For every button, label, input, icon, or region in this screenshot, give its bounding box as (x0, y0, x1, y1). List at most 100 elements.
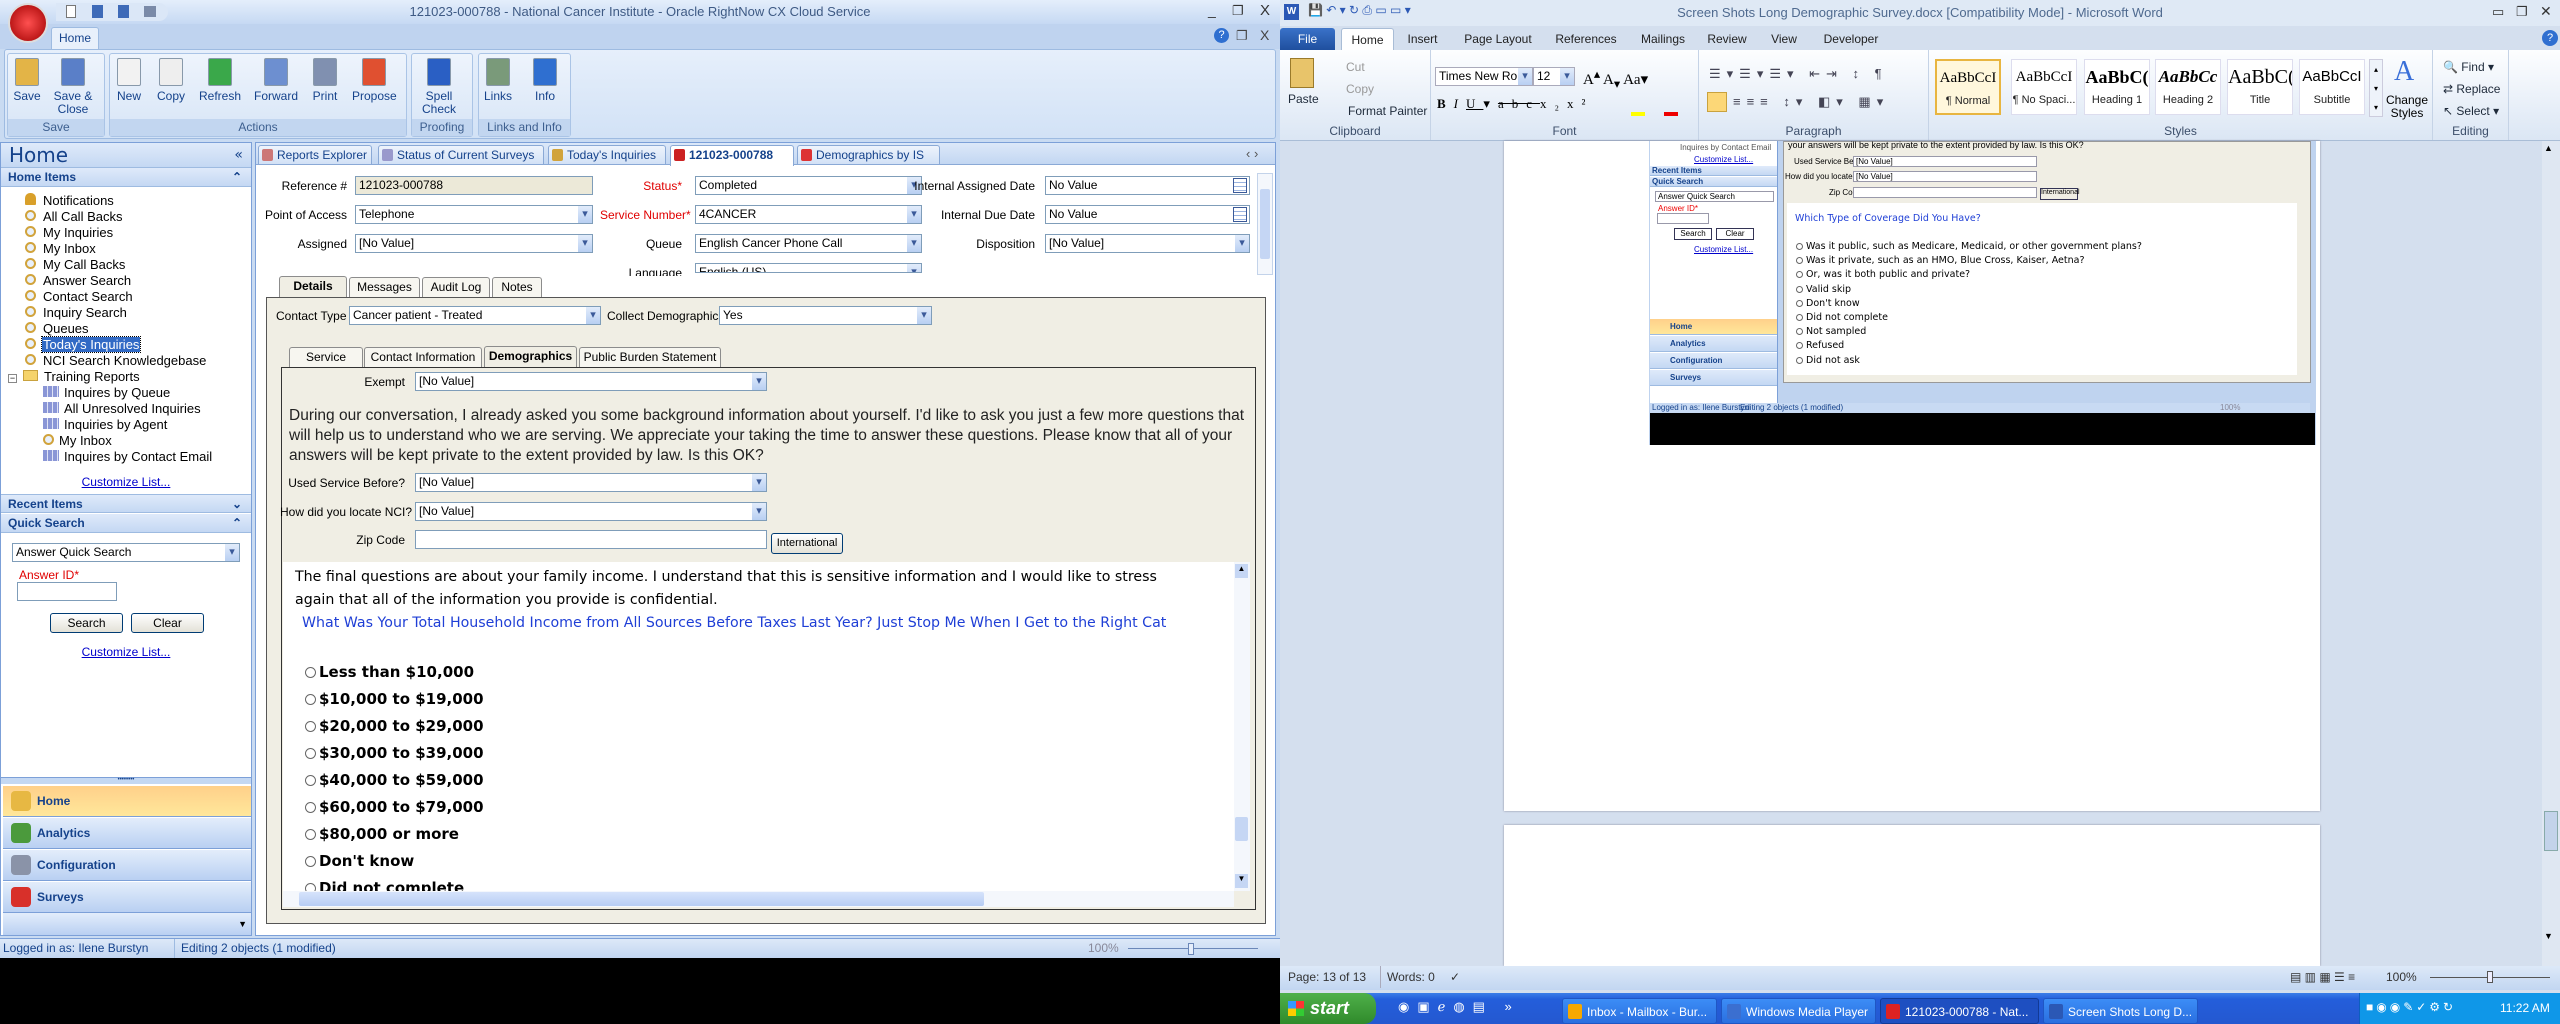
ribbon-button-forward[interactable]: Forward (254, 58, 298, 103)
queue-select[interactable]: English Cancer Phone Call (695, 234, 922, 253)
word-tab-references[interactable]: References (1546, 28, 1626, 50)
disposition-select[interactable]: [No Value] (1045, 234, 1250, 253)
copy-button[interactable]: Copy (1346, 82, 1374, 96)
word-tab-mailings[interactable]: Mailings (1632, 28, 1694, 50)
scroll-up-icon[interactable]: ▲ (1235, 564, 1248, 578)
nav-splitter[interactable]: •••••••• (1, 777, 251, 784)
styles-scroll[interactable]: ▴ ▾ ▾ (2369, 59, 2383, 117)
style-heading-1[interactable]: AaBbC(Heading 1 (2084, 59, 2150, 115)
sidebar-item[interactable]: Today's Inquiries (25, 336, 245, 353)
tab-reports-explorer[interactable]: Reports Explorer (258, 145, 372, 164)
paste-icon[interactable] (1290, 58, 1314, 88)
paste-button[interactable]: Paste (1288, 92, 1319, 106)
style-title[interactable]: AaBbC(Title (2227, 59, 2293, 115)
sidebar-item[interactable]: NCI Search Knowledgebase (25, 353, 245, 369)
word-vertical-scrollbar[interactable]: ▲ ▼ (2542, 141, 2560, 966)
answer-id-input[interactable] (17, 582, 117, 601)
poa-select[interactable]: Telephone (355, 205, 593, 224)
ribbon-button-propose[interactable]: Propose (352, 58, 397, 103)
collapse-sidebar-icon[interactable]: « (234, 143, 243, 167)
nav-button-home[interactable]: Home (3, 786, 251, 817)
tab-notes[interactable]: Notes (492, 277, 542, 297)
change-styles-icon[interactable]: A (2394, 56, 2414, 88)
scrollbar-thumb[interactable] (1260, 189, 1270, 259)
change-styles-button[interactable]: Change Styles (2385, 94, 2429, 120)
ribbon-button-spell-check[interactable]: Spell Check (417, 58, 461, 116)
format-buttons[interactable]: BIU▾abcx₂x² (1437, 96, 1593, 112)
page-count[interactable]: Page: 13 of 13 (1288, 966, 1366, 988)
radio-button[interactable] (305, 748, 316, 759)
collapse-icon[interactable]: ⌃ (232, 514, 242, 532)
income-option[interactable]: Less than $10,000 (305, 663, 474, 681)
word-tab-file[interactable]: File (1280, 28, 1335, 50)
word-tab-home[interactable]: Home (1341, 28, 1394, 50)
service-select[interactable]: 4CANCER (695, 205, 922, 224)
scroll-down-icon[interactable]: ▼ (2544, 931, 2553, 941)
ribbon-close-button[interactable]: X (1260, 27, 1269, 43)
ribbon-restore-button[interactable]: ❐ (1236, 28, 1248, 44)
font-name-select[interactable]: Times New Rom (1435, 67, 1533, 86)
status-select[interactable]: Completed (695, 176, 922, 195)
word-help-icon[interactable]: ? (2542, 30, 2558, 46)
tab-service[interactable]: Service (289, 347, 363, 367)
income-option[interactable]: Did not complete (305, 879, 464, 891)
style-heading-2[interactable]: AaBbCc Heading 2 (2155, 59, 2221, 115)
grow-shrink-font-icons[interactable]: A▴ A▾ Aa▾ (1583, 66, 1648, 92)
exempt-select[interactable]: [No Value] (415, 372, 767, 391)
tab-messages[interactable]: Messages (349, 277, 420, 297)
word-tab-insert[interactable]: Insert (1400, 28, 1445, 50)
income-option[interactable]: $60,000 to $79,000 (305, 798, 484, 816)
taskbar-item[interactable]: Screen Shots Long D... (2043, 998, 2198, 1024)
sidebar-item[interactable]: Contact Search (25, 289, 245, 305)
sidebar-subitem[interactable]: Inquiries by Agent (43, 417, 248, 433)
scrollbar-thumb[interactable] (299, 892, 984, 906)
radio-button[interactable] (305, 694, 316, 705)
word-tab-view[interactable]: View (1762, 28, 1806, 50)
income-option[interactable]: $10,000 to $19,000 (305, 690, 484, 708)
radio-button[interactable] (305, 721, 316, 732)
align-left-button[interactable] (1707, 92, 1727, 112)
assigned-select[interactable]: [No Value] (355, 234, 593, 253)
clear-button[interactable]: Clear (131, 613, 204, 633)
style--no-spaci-[interactable]: AaBbCcI ¶ No Spaci... (2011, 59, 2077, 115)
scroll-up-icon[interactable]: ▲ (2544, 143, 2553, 153)
nav-button-analytics[interactable]: Analytics (3, 818, 251, 849)
search-button[interactable]: Search (50, 613, 123, 633)
how-locate-select[interactable]: [No Value] (415, 502, 767, 521)
scrollbar-thumb[interactable] (1235, 817, 1248, 841)
style-subtitle[interactable]: AaBbCcI Subtitle (2299, 59, 2365, 115)
sidebar-item[interactable]: Answer Search (25, 273, 245, 289)
sidebar-item[interactable]: Notifications (25, 193, 245, 209)
collapse-icon[interactable]: ⌃ (232, 168, 242, 186)
tab-demographics[interactable]: Demographics (484, 346, 577, 367)
nav-button-configuration[interactable]: Configuration (3, 850, 251, 881)
quick-search-header[interactable]: Quick Search ⌃ (1, 514, 251, 533)
recent-items-header[interactable]: Recent Items ⌄ (1, 494, 251, 513)
zip-code-input[interactable] (415, 530, 767, 549)
collapse-folder-icon[interactable]: − (8, 374, 17, 383)
ribbon-button-print[interactable]: Print (303, 58, 347, 103)
proofing-icon[interactable]: ✓ (1450, 966, 1460, 988)
sidebar-subitem[interactable]: All Unresolved Inquiries (43, 401, 248, 417)
select-button[interactable]: ↖ Select ▾ (2443, 104, 2499, 118)
radio-button[interactable] (305, 883, 316, 891)
style--normal[interactable]: AaBbCcI ¶ Normal (1935, 59, 2001, 115)
radio-button[interactable] (305, 667, 316, 678)
quick-search-select[interactable]: Answer Quick Search (12, 543, 240, 562)
expand-icon[interactable]: ⌄ (232, 495, 242, 513)
ribbon-button-save[interactable]: Save (5, 58, 49, 103)
taskbar-item[interactable]: Windows Media Player (1721, 998, 1876, 1024)
tab-status-of-current-surveys[interactable]: Status of Current Surveys (378, 145, 544, 164)
ribbon-button-info[interactable]: Info (523, 58, 567, 103)
ribbon-button-links[interactable]: Links (476, 58, 520, 103)
menu-arrow-icon[interactable]: ▼ (238, 919, 247, 929)
sidebar-subitem[interactable]: Inquires by Contact Email (43, 449, 248, 465)
zoom-slider-thumb[interactable] (1188, 943, 1194, 955)
income-option[interactable]: $80,000 or more (305, 825, 459, 843)
scrollbar-thumb[interactable] (2544, 811, 2558, 851)
list-buttons[interactable]: ☰▾☰▾☰▾ ⇤⇥ ↕ ¶ (1709, 66, 1888, 82)
ribbon-button-refresh[interactable]: Refresh (198, 58, 242, 103)
tab-contact-information[interactable]: Contact Information (364, 347, 482, 367)
used-service-select[interactable]: [No Value] (415, 473, 767, 492)
tab-demographics-by-is[interactable]: Demographics by IS (797, 145, 940, 164)
